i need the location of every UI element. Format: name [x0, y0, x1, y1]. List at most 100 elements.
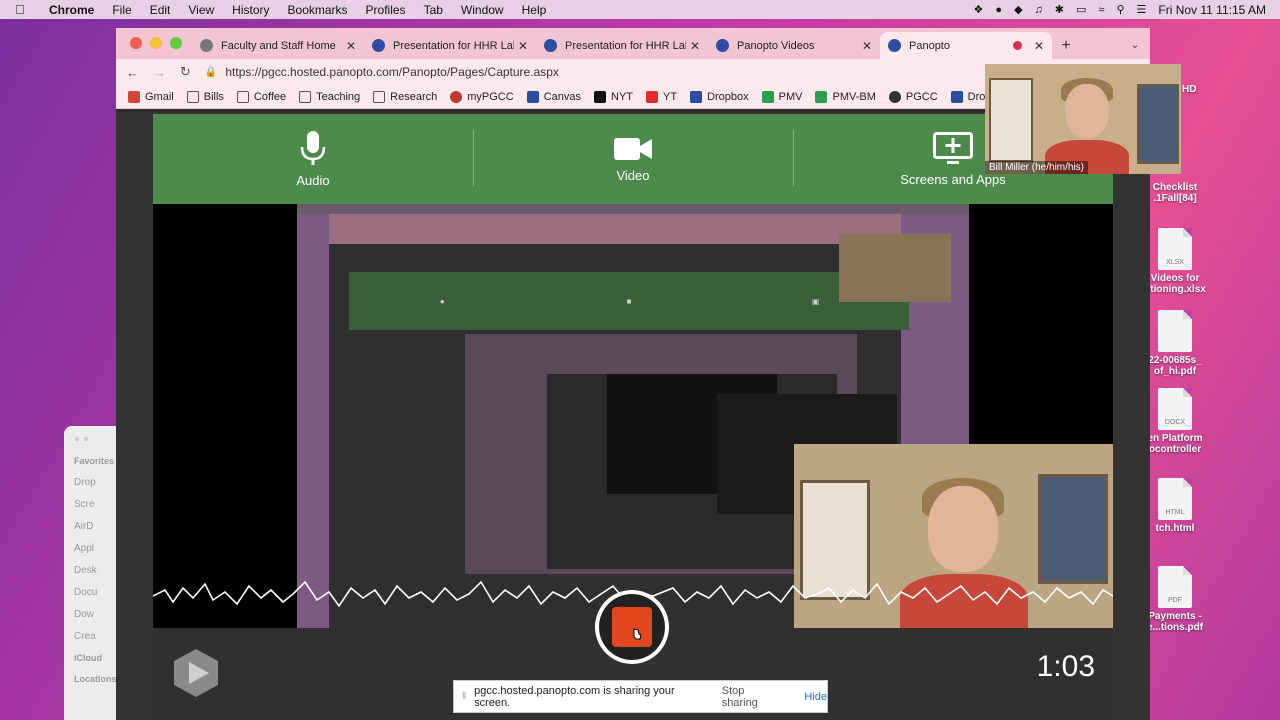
tab-title: Panopto Videos: [737, 39, 815, 52]
menu-app[interactable]: Chrome: [40, 3, 103, 17]
close-tab-icon[interactable]: ✕: [518, 39, 528, 53]
menu-file[interactable]: File: [103, 3, 140, 17]
shield-icon[interactable]: ◆: [1014, 3, 1022, 16]
bookmark-pmv[interactable]: PMV: [761, 90, 803, 103]
desktop-file-pdf[interactable]: 22-00685s_ of_hi.pdf: [1140, 310, 1210, 377]
volume-icon[interactable]: ♫: [1035, 4, 1043, 16]
menu-help[interactable]: Help: [513, 3, 556, 17]
tab-strip: Faculty and Staff Home ✕ Presentation fo…: [116, 28, 1150, 59]
tab-search-chevron-icon[interactable]: ⌄: [1120, 32, 1150, 59]
pdf-file-icon: [1158, 310, 1192, 352]
bookmark-nyt[interactable]: NYT: [594, 90, 633, 103]
bookmark-coffee[interactable]: Coffee: [236, 90, 286, 103]
hide-button[interactable]: Hide: [804, 691, 827, 703]
bookmark-label: PMV: [778, 90, 803, 103]
menu-bookmarks[interactable]: Bookmarks: [279, 3, 357, 17]
battery-icon[interactable]: ▭: [1076, 3, 1086, 16]
menu-tab[interactable]: Tab: [415, 3, 452, 17]
bookmark-pgcc[interactable]: PGCC: [888, 90, 938, 103]
bluetooth-icon[interactable]: ✱: [1055, 3, 1064, 16]
pmv-icon: [815, 90, 828, 103]
dropbox-icon: [690, 90, 703, 103]
bookmark-canvas[interactable]: Canvas: [526, 90, 581, 103]
reload-icon[interactable]: ↻: [180, 64, 191, 80]
audio-source-button[interactable]: Audio: [153, 114, 473, 204]
close-tab-icon[interactable]: ✕: [690, 39, 700, 53]
bookmark-gmail[interactable]: Gmail: [128, 90, 174, 103]
tab-faculty-staff-home[interactable]: Faculty and Staff Home ✕: [192, 32, 364, 59]
apple-icon[interactable]: : [0, 2, 40, 17]
close-tab-icon[interactable]: ✕: [1034, 39, 1044, 53]
menu-profiles[interactable]: Profiles: [357, 3, 415, 17]
globe-icon: [200, 39, 213, 52]
forward-icon[interactable]: →: [153, 65, 166, 80]
bookmark-teaching[interactable]: Teaching: [299, 90, 360, 103]
control-center-icon[interactable]: ☰: [1137, 3, 1147, 16]
panopto-icon: [544, 39, 557, 52]
dropbox-icon[interactable]: ❖: [974, 3, 984, 16]
zoom-window-button[interactable]: [170, 37, 182, 49]
url-text[interactable]: https://pgcc.hosted.panopto.com/Panopto/…: [225, 65, 559, 79]
clock[interactable]: Fri Nov 11 11:15 AM: [1158, 3, 1266, 17]
dropbox-icon: [950, 90, 963, 103]
recording-timer: 1:03: [1036, 650, 1095, 683]
menu-bar-tray: ❖ ● ◆ ♫ ✱ ▭ ≈ ⚲ ☰ Fri Nov 11 11:15 AM: [974, 3, 1280, 17]
search-icon[interactable]: ⚲: [1116, 3, 1124, 16]
bookmark-mypgcc[interactable]: myPGCC: [450, 90, 514, 103]
menu-edit[interactable]: Edit: [141, 3, 180, 17]
bookmark-label: PGCC: [905, 90, 938, 103]
bookmark-research[interactable]: Research: [373, 90, 438, 103]
hand-cursor-icon: [633, 628, 642, 640]
minimize-window-button[interactable]: [150, 37, 162, 49]
menu-window[interactable]: Window: [452, 3, 513, 17]
nested-video: ■: [626, 296, 632, 306]
finder-sidebar: ● ● Favorites Drop Scre AirD Appl Desk D…: [64, 426, 124, 720]
close-tab-icon[interactable]: ✕: [346, 39, 356, 53]
bookmark-yt[interactable]: YT: [646, 90, 678, 103]
wall-art: [1137, 84, 1179, 164]
bookmark-label: YT: [663, 90, 678, 103]
menu-history[interactable]: History: [223, 3, 278, 17]
bookmark-dropbox[interactable]: Dropbox: [690, 90, 749, 103]
new-tab-button[interactable]: +: [1052, 32, 1080, 59]
tab-presentation-2[interactable]: Presentation for HHR Lab ✕: [536, 32, 708, 59]
drive-label: HD: [1182, 84, 1197, 95]
webcam-overlay[interactable]: Bill Miller (he/him/his): [985, 64, 1181, 174]
xlsx-file-icon: XLSX: [1158, 228, 1192, 270]
desktop-file-checklist[interactable]: Checklist .1Fall[84]: [1140, 182, 1210, 204]
desktop-file-xlsx[interactable]: XLSX Videos for ptioning.xlsx: [1140, 228, 1210, 295]
panopto-icon: [888, 39, 901, 52]
tab-panopto[interactable]: Panopto ✕: [880, 32, 1052, 59]
wifi-icon[interactable]: ≈: [1098, 4, 1104, 16]
bookmark-bills[interactable]: Bills: [186, 90, 224, 103]
presenter-head: [1065, 84, 1109, 138]
tab-presentation-1[interactable]: Presentation for HHR Lab ✕: [364, 32, 536, 59]
desktop-file-label: 22-00685s_ of_hi.pdf: [1148, 355, 1202, 377]
nested-menu-bar: [297, 204, 969, 214]
desktop-file-label: en Platform ocontroller: [1147, 433, 1203, 455]
video-source-button[interactable]: Video: [473, 114, 793, 204]
bookmark-pmv-bm[interactable]: PMV-BM: [815, 90, 876, 103]
menu-view[interactable]: View: [179, 3, 223, 17]
back-icon[interactable]: ←: [126, 65, 139, 80]
wall-art: [989, 78, 1033, 162]
bookmark-label: PMV-BM: [832, 90, 876, 103]
stop-sharing-button[interactable]: Stop sharing: [722, 685, 781, 709]
mypgcc-icon: [450, 90, 463, 103]
capture-source-bar: Audio Video Screens and Apps: [153, 114, 1113, 204]
bookmark-label: Research: [390, 90, 438, 103]
lock-icon[interactable]: 🔒: [205, 67, 217, 78]
add-screen-icon: [933, 131, 973, 164]
tab-panopto-videos[interactable]: Panopto Videos ✕: [708, 32, 880, 59]
gmail-icon: [128, 90, 140, 103]
creative-cloud-icon[interactable]: ●: [995, 4, 1002, 16]
desktop-file-payments[interactable]: PDF Payments - e...tions.pdf: [1140, 566, 1210, 633]
close-window-button[interactable]: [130, 37, 142, 49]
stop-recording-button[interactable]: [595, 590, 669, 664]
close-tab-icon[interactable]: ✕: [862, 39, 872, 53]
drag-handle-icon[interactable]: ‖: [462, 691, 466, 702]
desktop-file-html[interactable]: HTML tch.html: [1140, 478, 1210, 534]
panopto-icon: [372, 39, 385, 52]
desktop-file-docx[interactable]: DOCX en Platform ocontroller: [1140, 388, 1210, 455]
desktop-file-label: Payments - e...tions.pdf: [1146, 611, 1204, 633]
